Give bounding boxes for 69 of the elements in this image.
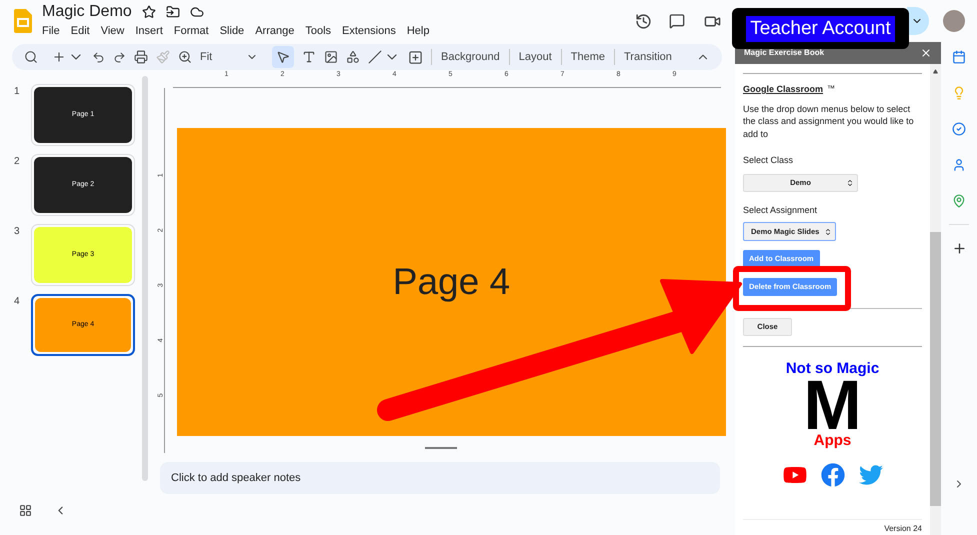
logo-text: Apps [814, 433, 852, 449]
toolbar-button[interactable]: Theme [570, 48, 606, 66]
menu-item[interactable]: Extensions [342, 22, 396, 40]
menu-item[interactable]: Slide [220, 22, 244, 40]
search-icon[interactable] [24, 50, 38, 64]
panel-scrollbar[interactable] [930, 64, 941, 535]
map-pin-icon[interactable] [952, 194, 966, 208]
scrollbar[interactable] [142, 76, 148, 481]
line-icon[interactable] [368, 50, 382, 64]
menu-item[interactable]: Arrange [255, 22, 294, 40]
zoom-select[interactable]: Fit [200, 48, 258, 66]
text-box-icon[interactable] [302, 50, 316, 64]
zoom-icon[interactable] [178, 50, 192, 64]
logo-letter: M [803, 377, 862, 433]
menu-item[interactable]: Help [406, 22, 430, 40]
shapes-icon[interactable] [346, 50, 360, 64]
grid-view-icon[interactable] [19, 504, 32, 517]
document-title[interactable]: Magic Demo [42, 2, 132, 21]
menu-item[interactable]: Insert [135, 22, 163, 40]
twitter-icon[interactable] [858, 463, 882, 487]
share-button[interactable] [907, 7, 929, 35]
slide-number: 4 [14, 295, 21, 309]
menu-item[interactable]: File [42, 22, 60, 40]
logo-text: Not so Magic [786, 361, 880, 377]
scroll-up-icon[interactable] [933, 69, 938, 74]
facebook-icon[interactable] [820, 463, 844, 487]
image-icon[interactable] [324, 50, 338, 64]
menu-item[interactable]: Format [174, 22, 209, 40]
slide-number: 1 [14, 85, 21, 99]
panel-title: Magic Exercise Book [744, 47, 824, 59]
plus-icon[interactable] [52, 50, 66, 64]
close-icon[interactable] [920, 47, 932, 59]
slide-number: 2 [14, 155, 21, 169]
updown-icon[interactable] [846, 178, 854, 187]
slide-number: 3 [14, 225, 21, 239]
trademark-mark: ™ [827, 83, 836, 95]
menu-item[interactable]: Edit [70, 22, 90, 40]
person-icon[interactable] [952, 158, 966, 172]
toolbar-button[interactable]: Background [440, 48, 501, 66]
comment-icon[interactable] [669, 13, 685, 29]
toolbar-button[interactable]: Layout [518, 48, 553, 66]
speaker-notes-field[interactable]: Click to add speaker notes [160, 462, 720, 494]
instructions-text: Use the drop down menus below to select the class and assignment you would like to add to [743, 102, 915, 140]
toolbar-button[interactable]: Transition [623, 48, 673, 66]
notes-resize-handle[interactable] [425, 447, 457, 449]
star-icon[interactable] [142, 4, 156, 19]
menu-item[interactable]: View [100, 22, 124, 40]
menu-item[interactable]: Tools [305, 22, 332, 40]
cloud-icon[interactable] [190, 4, 204, 19]
redo-icon[interactable] [113, 50, 126, 64]
version-text: Version 24 [884, 523, 922, 535]
undo-icon[interactable] [92, 50, 105, 64]
field-label: Select Class [743, 154, 794, 167]
task-icon[interactable] [952, 122, 966, 136]
plus-icon[interactable] [952, 241, 966, 256]
updown-icon[interactable] [824, 228, 832, 236]
history-icon[interactable] [635, 12, 652, 30]
field-label: Select Assignment [743, 204, 818, 217]
slide-title[interactable]: Page 4 [392, 254, 510, 310]
calendar-icon[interactable] [952, 50, 966, 64]
slide-canvas[interactable]: Page 4 [176, 128, 726, 436]
print-icon[interactable] [134, 50, 148, 64]
pointer-icon[interactable] [276, 50, 290, 64]
account-label: Teacher Account [732, 8, 909, 49]
avatar[interactable] [943, 10, 965, 32]
folder-icon[interactable] [166, 4, 180, 19]
comment-add-icon[interactable] [408, 50, 423, 64]
select-tool[interactable] [272, 46, 294, 68]
section-heading[interactable]: Google Classroom [743, 83, 824, 96]
